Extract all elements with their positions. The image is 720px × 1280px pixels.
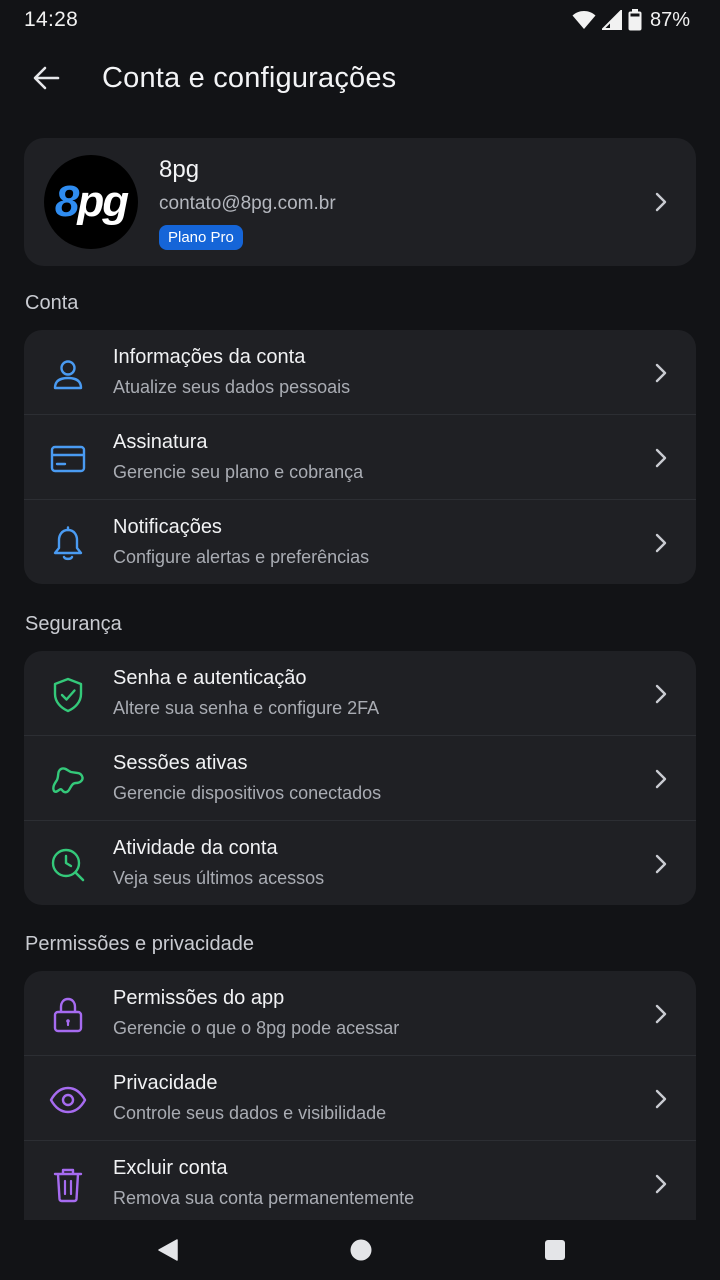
chevron-right-icon [655, 533, 667, 553]
row-informacoes-conta[interactable]: Informações da conta Atualize seus dados… [24, 330, 696, 414]
row-privacidade[interactable]: Privacidade Controle seus dados e visibi… [24, 1055, 696, 1140]
recents-square-icon [545, 1240, 565, 1260]
row-title: Informações da conta [113, 346, 306, 368]
row-permissoes-app[interactable]: Permissões do app Gerencie o que o 8pg p… [24, 971, 696, 1055]
row-subtitle: Veja seus últimos acessos [113, 868, 325, 888]
status-icons: 87% [572, 9, 690, 32]
row-subtitle: Controle seus dados e visibilidade [113, 1103, 387, 1123]
bell-icon [48, 524, 88, 564]
profile-card[interactable]: 8pg 8pg contato@8pg.com.br Plano Pro [24, 138, 696, 266]
app-bar: Conta e configurações [0, 40, 720, 120]
row-assinatura[interactable]: Assinatura Gerencie seu plano e cobrança [24, 414, 696, 499]
nav-recents-button[interactable] [542, 1237, 568, 1263]
chevron-right-icon [655, 684, 667, 704]
clock-search-icon [48, 845, 88, 885]
chevron-right-icon [655, 1174, 667, 1194]
row-title: Excluir conta [113, 1157, 228, 1179]
profile-name: 8pg [159, 156, 200, 183]
row-subtitle: Altere sua senha e configure 2FA [113, 698, 380, 718]
row-notificacoes[interactable]: Notificações Configure alertas e preferê… [24, 499, 696, 584]
chevron-right-icon [655, 192, 667, 212]
row-subtitle: Gerencie o que o 8pg pode acessar [113, 1018, 400, 1038]
row-title: Senha e autenticação [113, 667, 307, 689]
row-title: Sessões ativas [113, 752, 248, 774]
arrow-left-icon [33, 66, 60, 90]
devices-icon [48, 760, 88, 800]
back-button[interactable] [28, 60, 64, 96]
row-subtitle: Gerencie seu plano e cobrança [113, 462, 364, 482]
row-excluir-conta[interactable]: Excluir conta Remova sua conta permanent… [24, 1140, 696, 1220]
battery-icon [628, 9, 642, 31]
plan-badge: Plano Pro [159, 225, 243, 250]
row-title: Atividade da conta [113, 837, 278, 859]
profile-email: contato@8pg.com.br [159, 193, 336, 214]
row-subtitle: Configure alertas e preferências [113, 547, 370, 567]
row-subtitle: Remova sua conta permanentemente [113, 1188, 415, 1208]
row-atividade-conta[interactable]: Atividade da conta Veja seus últimos ace… [24, 820, 696, 905]
credit-card-icon [48, 439, 88, 479]
avatar: 8pg [44, 155, 138, 249]
row-sessoes-ativas[interactable]: Sessões ativas Gerencie dispositivos con… [24, 735, 696, 820]
section-title-conta: Conta [25, 292, 79, 314]
row-title: Notificações [113, 516, 222, 538]
nav-back-button[interactable] [155, 1237, 181, 1263]
row-title: Assinatura [113, 431, 208, 453]
nav-home-button[interactable] [348, 1237, 374, 1263]
group-seguranca: Senha e autenticação Altere sua senha e … [24, 651, 696, 905]
row-subtitle: Gerencie dispositivos conectados [113, 783, 382, 803]
status-time: 14:28 [24, 8, 79, 31]
group-conta: Informações da conta Atualize seus dados… [24, 330, 696, 584]
shield-check-icon [48, 675, 88, 715]
page-title: Conta e configurações [102, 62, 397, 94]
home-circle-icon [350, 1239, 372, 1261]
eye-icon [48, 1080, 88, 1120]
system-nav-bar [0, 1220, 720, 1280]
row-title: Privacidade [113, 1072, 218, 1094]
chevron-right-icon [655, 448, 667, 468]
signal-icon [601, 10, 622, 30]
row-title: Permissões do app [113, 987, 285, 1009]
section-title-permissoes: Permissões e privacidade [25, 933, 254, 955]
back-triangle-icon [158, 1239, 178, 1261]
chevron-right-icon [655, 769, 667, 789]
chevron-right-icon [655, 854, 667, 874]
chevron-right-icon [655, 1089, 667, 1109]
wifi-icon [572, 11, 596, 29]
brand-logo: 8pg [54, 177, 129, 226]
row-senha-autenticacao[interactable]: Senha e autenticação Altere sua senha e … [24, 651, 696, 735]
group-permissoes: Permissões do app Gerencie o que o 8pg p… [24, 971, 696, 1220]
trash-icon [48, 1165, 88, 1205]
section-title-seguranca: Segurança [25, 613, 122, 635]
row-subtitle: Atualize seus dados pessoais [113, 377, 351, 397]
status-bar: 14:28 87% [0, 0, 720, 40]
person-icon [48, 354, 88, 394]
battery-percent: 87% [649, 8, 690, 31]
lock-icon [48, 995, 88, 1035]
chevron-right-icon [655, 1004, 667, 1024]
chevron-right-icon [655, 363, 667, 383]
